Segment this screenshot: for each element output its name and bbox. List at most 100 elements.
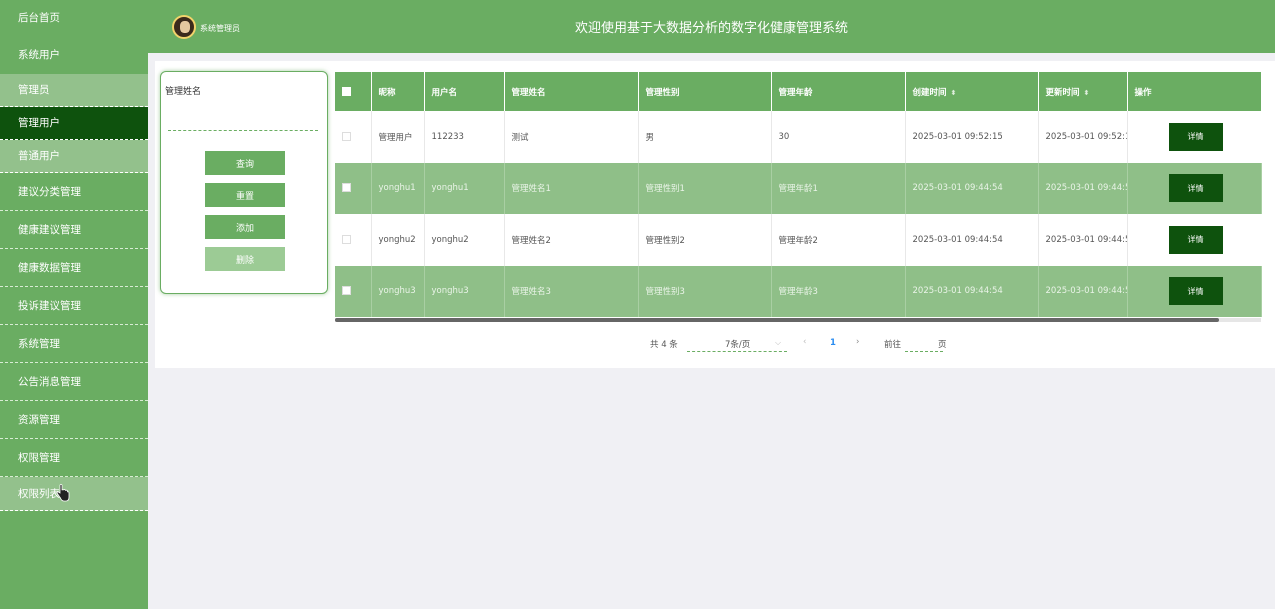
- row-checkbox[interactable]: [342, 286, 351, 296]
- sidebar-item-label: 权限列表: [18, 488, 60, 500]
- delete-button[interactable]: 删除: [205, 247, 285, 271]
- cell-username: yonghu1: [424, 162, 505, 214]
- sidebar-item-resources[interactable]: 资源管理: [0, 401, 148, 439]
- cell-admin-name: 测试: [504, 111, 639, 163]
- cell-username: yonghu2: [424, 214, 505, 266]
- goto-unit: 页: [938, 340, 947, 350]
- cell-nickname: yonghu1: [371, 162, 425, 214]
- cell-admin-gender: 男: [638, 111, 772, 163]
- cell-admin-name: 管理姓名3: [504, 265, 639, 317]
- chevron-right-icon[interactable]: ›: [856, 337, 859, 347]
- current-page[interactable]: 1: [830, 338, 836, 348]
- cell-actions: 详情: [1127, 214, 1261, 266]
- sidebar-item-health-data[interactable]: 健康数据管理: [0, 249, 148, 287]
- cell-username: 112233: [424, 111, 505, 163]
- detail-button[interactable]: 详情: [1168, 225, 1223, 254]
- cell-nickname: 管理用户: [371, 111, 425, 163]
- table-row: yonghu2 yonghu2 管理姓名2 管理性别2 管理年龄2 2025-0…: [335, 214, 1261, 266]
- detail-button[interactable]: 详情: [1168, 122, 1223, 151]
- cell-admin-gender: 管理性别3: [638, 265, 772, 317]
- sidebar-item-suggestion-category[interactable]: 建议分类管理: [0, 173, 148, 211]
- cell-admin-age: 管理年龄3: [771, 265, 906, 317]
- col-created-label: 创建时间: [912, 87, 947, 98]
- table-row: yonghu1 yonghu1 管理姓名1 管理性别1 管理年龄1 2025-0…: [335, 162, 1262, 214]
- row-select-cell: [335, 111, 372, 163]
- sort-icon[interactable]: ⬍: [1084, 89, 1090, 97]
- row-select-cell: [335, 162, 372, 214]
- cell-username: yonghu3: [424, 265, 505, 317]
- cell-admin-age: 管理年龄2: [771, 214, 906, 266]
- sidebar-item-permission-list[interactable]: 权限列表: [0, 477, 148, 511]
- cell-updated: 2025-03-01 09:52:1: [1038, 111, 1128, 163]
- table-row: yonghu3 yonghu3 管理姓名3 管理性别3 管理年龄3 2025-0…: [335, 265, 1262, 317]
- row-checkbox[interactable]: [342, 131, 351, 141]
- sidebar-item-normal-users[interactable]: 普通用户: [0, 140, 148, 173]
- sidebar-item-complaint[interactable]: 投诉建议管理: [0, 287, 148, 325]
- table-row: 管理用户 112233 测试 男 30 2025-03-01 09:52:15 …: [335, 111, 1261, 163]
- query-button[interactable]: 查询: [205, 151, 285, 175]
- col-admin-name: 管理姓名: [504, 72, 639, 111]
- cell-nickname: yonghu3: [371, 265, 425, 317]
- search-panel: 管理姓名 查询 重置 添加 删除: [160, 71, 328, 294]
- cell-nickname: yonghu2: [371, 214, 425, 266]
- col-updated[interactable]: 更新时间 ⬍: [1038, 72, 1128, 111]
- chevron-down-icon: ⌵: [775, 338, 782, 347]
- goto-label: 前往: [884, 340, 902, 350]
- cell-admin-age: 30: [771, 111, 906, 163]
- cell-updated: 2025-03-01 09:44:5: [1038, 265, 1128, 317]
- sidebar-item-announcement[interactable]: 公告消息管理: [0, 363, 148, 401]
- search-input[interactable]: [168, 117, 318, 131]
- cell-admin-name: 管理姓名2: [504, 214, 639, 266]
- search-label: 管理姓名: [165, 87, 202, 97]
- sidebar-item-system-users[interactable]: 系统用户: [0, 37, 148, 74]
- detail-button[interactable]: 详情: [1168, 174, 1223, 203]
- cell-actions: 详情: [1127, 162, 1262, 214]
- select-all-checkbox[interactable]: [342, 86, 351, 96]
- add-button[interactable]: 添加: [205, 215, 285, 239]
- hand-pointer-icon: [56, 484, 70, 502]
- page-size-value: 7条/页: [725, 340, 751, 350]
- sidebar-item-admin[interactable]: 管理员: [0, 74, 148, 107]
- page-title: 欢迎使用基于大数据分析的数字化健康管理系统: [574, 21, 848, 36]
- cell-created: 2025-03-01 09:44:54: [905, 162, 1039, 214]
- col-created[interactable]: 创建时间 ⬍: [905, 72, 1039, 111]
- table-header-row: 昵称 用户名 管理姓名 管理性别 管理年龄 创建时间 ⬍ 更新时间 ⬍ 操作: [335, 72, 1261, 111]
- cell-updated: 2025-03-01 09:44:5: [1038, 162, 1128, 214]
- sidebar: 后台首页 系统用户 管理员 管理用户 普通用户 建议分类管理 健康建议管理 健康…: [0, 0, 148, 609]
- sidebar-item-manage-users[interactable]: 管理用户: [0, 107, 148, 140]
- sidebar-item-home[interactable]: 后台首页: [0, 0, 148, 37]
- detail-button[interactable]: 详情: [1168, 277, 1223, 306]
- col-admin-gender: 管理性别: [638, 72, 772, 111]
- pagination-total: 共 4 条: [650, 340, 678, 350]
- cell-actions: 详情: [1127, 111, 1261, 163]
- reset-button[interactable]: 重置: [205, 183, 285, 207]
- cell-admin-name: 管理姓名1: [504, 162, 639, 214]
- cell-admin-gender: 管理性别1: [638, 162, 772, 214]
- row-select-cell: [335, 265, 372, 317]
- col-actions: 操作: [1134, 87, 1152, 98]
- data-table: 昵称 用户名 管理姓名 管理性别 管理年龄 创建时间 ⬍ 更新时间 ⬍ 操作 管理用…: [335, 72, 1262, 317]
- cell-created: 2025-03-01 09:44:54: [905, 214, 1039, 266]
- row-checkbox[interactable]: [342, 234, 351, 244]
- select-all-cell: [335, 72, 372, 111]
- page-size-select[interactable]: 7条/页 ⌵: [687, 336, 787, 352]
- col-updated-label: 更新时间: [1045, 87, 1080, 98]
- row-select-cell: [335, 214, 372, 266]
- col-nickname: 昵称: [371, 72, 425, 111]
- chevron-left-icon[interactable]: ‹: [803, 337, 806, 347]
- cell-admin-age: 管理年龄1: [771, 162, 906, 214]
- col-username: 用户名: [424, 72, 505, 111]
- cell-actions: 详情: [1127, 265, 1262, 317]
- cell-created: 2025-03-01 09:44:54: [905, 265, 1039, 317]
- sidebar-item-health-suggestion[interactable]: 健康建议管理: [0, 211, 148, 249]
- cell-updated: 2025-03-01 09:44:5: [1038, 214, 1128, 266]
- row-checkbox[interactable]: [342, 183, 351, 193]
- pagination: 共 4 条 7条/页 ⌵ ‹ 1 › 前往 页: [0, 336, 1275, 354]
- sort-icon[interactable]: ⬍: [951, 89, 957, 97]
- cell-created: 2025-03-01 09:52:15: [905, 111, 1039, 163]
- cell-admin-gender: 管理性别2: [638, 214, 772, 266]
- sidebar-item-permissions[interactable]: 权限管理: [0, 439, 148, 477]
- col-admin-age: 管理年龄: [771, 72, 906, 111]
- top-header: 系统管理员 欢迎使用基于大数据分析的数字化健康管理系统: [148, 0, 1275, 53]
- horizontal-scrollbar-thumb[interactable]: [335, 318, 1219, 322]
